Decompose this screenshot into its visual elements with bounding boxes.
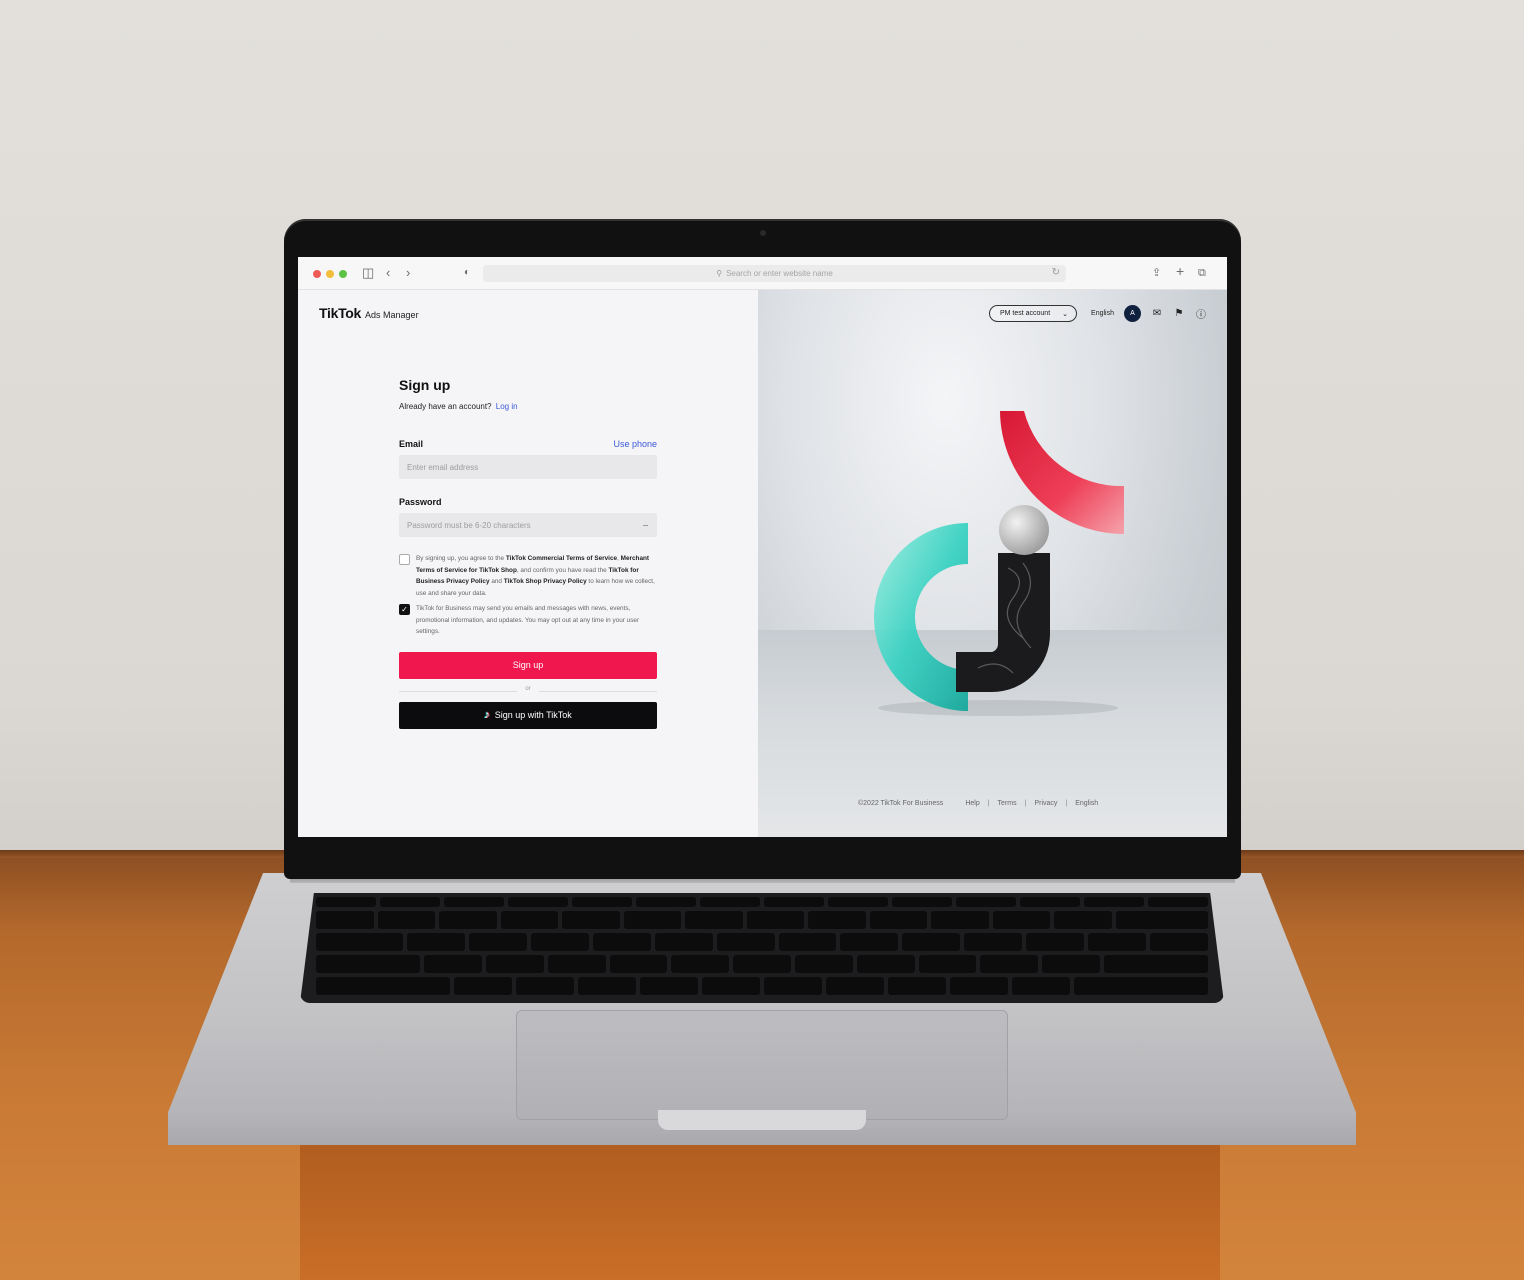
terms-text: By signing up, you agree to the TikTok C… bbox=[416, 553, 657, 599]
top-bar: PM test account ⌄ English A ✉ ⚑ ⓘ bbox=[988, 305, 1207, 322]
shield-icon[interactable]: ◐ bbox=[464, 265, 470, 281]
signup-form: Sign up Already have an account? Log in … bbox=[399, 377, 657, 729]
address-bar[interactable]: ⚲ Search or enter website name ↻ bbox=[483, 265, 1066, 282]
account-name: PM test account bbox=[999, 310, 1051, 317]
share-icon[interactable]: ⇪ bbox=[1152, 265, 1161, 281]
hero-panel: PM test account ⌄ English A ✉ ⚑ ⓘ ©2022 … bbox=[758, 290, 1227, 837]
login-prompt: Already have an account? Log in bbox=[399, 402, 657, 411]
email-placeholder: Enter email address bbox=[407, 462, 479, 472]
marketing-checkbox[interactable]: ✓ bbox=[399, 604, 410, 615]
copyright: ©2022 TikTok For Business bbox=[858, 800, 944, 807]
account-select[interactable]: PM test account ⌄ bbox=[988, 305, 1078, 322]
email-header: Email Use phone bbox=[399, 439, 657, 449]
footer-separator: | bbox=[1065, 800, 1068, 807]
signup-with-tiktok-button[interactable]: ♪ Sign up with TikTok bbox=[399, 701, 657, 729]
brand-logo[interactable]: TikTok Ads Manager bbox=[319, 305, 419, 321]
laptop-lip bbox=[658, 1110, 866, 1130]
back-icon[interactable]: ‹ bbox=[386, 265, 390, 281]
black-stem bbox=[956, 553, 1050, 692]
footer-link-privacy[interactable]: Privacy bbox=[1034, 800, 1057, 807]
terms-checkbox[interactable] bbox=[399, 554, 410, 565]
address-placeholder: Search or enter website name bbox=[726, 269, 833, 278]
chevron-down-icon: ⌄ bbox=[1062, 310, 1069, 318]
camera bbox=[760, 230, 766, 236]
product-name: Ads Manager bbox=[365, 310, 419, 320]
tiktok-icon: ♪ bbox=[484, 709, 490, 721]
footer-link-help[interactable]: Help bbox=[965, 800, 979, 807]
email-field[interactable]: Enter email address bbox=[399, 455, 657, 479]
shop-privacy-link[interactable]: TikTok Shop Privacy Policy bbox=[504, 578, 587, 585]
screen: ◫ ‹ › ◐ ⚲ Search or enter website name ↻… bbox=[298, 257, 1227, 837]
footer-separator: | bbox=[1024, 800, 1027, 807]
close-window-button[interactable] bbox=[313, 270, 321, 278]
search-icon: ⚲ bbox=[716, 269, 723, 278]
marketing-text: TikTok for Business may send you emails … bbox=[416, 605, 640, 635]
sidebar-icon[interactable]: ◫ bbox=[362, 265, 374, 281]
language-switch[interactable]: English bbox=[1091, 310, 1114, 317]
footer-separator: | bbox=[987, 800, 990, 807]
signup-button[interactable]: Sign up bbox=[399, 651, 657, 679]
laptop-lid: ◫ ‹ › ◐ ⚲ Search or enter website name ↻… bbox=[284, 219, 1241, 879]
avatar[interactable]: A bbox=[1124, 305, 1141, 322]
already-text: Already have an account? bbox=[399, 402, 492, 411]
tiktok-wordmark: TikTok bbox=[319, 305, 362, 321]
trackpad bbox=[516, 1010, 1008, 1120]
browser-toolbar: ◫ ‹ › ◐ ⚲ Search or enter website name ↻… bbox=[298, 257, 1227, 290]
terms-row: By signing up, you agree to the TikTok C… bbox=[399, 553, 657, 599]
or-divider: or bbox=[399, 686, 657, 696]
signup-panel: TikTok Ads Manager Sign up Already have … bbox=[298, 290, 758, 837]
zoom-window-button[interactable] bbox=[339, 270, 347, 278]
terms-text-4: and bbox=[489, 578, 504, 585]
table-front bbox=[300, 1140, 1220, 1280]
forward-icon[interactable]: › bbox=[406, 265, 410, 281]
checkmark-icon: ✓ bbox=[401, 604, 408, 614]
marble-ball bbox=[999, 505, 1049, 555]
password-field[interactable]: Password must be 6-20 characters ∼ bbox=[399, 513, 657, 537]
keyboard bbox=[300, 893, 1224, 1003]
footer-link-language[interactable]: English bbox=[1075, 800, 1098, 807]
terms-text-1: By signing up, you agree to the bbox=[416, 555, 506, 562]
signup-with-tiktok-label: Sign up with TikTok bbox=[494, 710, 572, 720]
new-tab-icon[interactable]: + bbox=[1176, 263, 1184, 279]
use-phone-link[interactable]: Use phone bbox=[613, 439, 657, 449]
tiktok-sculpture-image bbox=[874, 411, 1124, 716]
page-title: Sign up bbox=[399, 377, 451, 393]
footer-link-terms[interactable]: Terms bbox=[998, 800, 1017, 807]
login-link[interactable]: Log in bbox=[496, 402, 518, 411]
password-label: Password bbox=[399, 497, 442, 507]
bell-icon[interactable]: ⚑ bbox=[1173, 308, 1185, 319]
or-text: or bbox=[525, 685, 531, 692]
password-placeholder: Password must be 6-20 characters bbox=[407, 520, 531, 530]
eye-closed-icon[interactable]: ∼ bbox=[642, 521, 649, 530]
footer: ©2022 TikTok For Business Help | Terms |… bbox=[858, 800, 1098, 807]
reload-icon[interactable]: ↻ bbox=[1052, 267, 1060, 278]
commercial-terms-link[interactable]: TikTok Commercial Terms of Service bbox=[506, 555, 617, 562]
shadow bbox=[878, 700, 1118, 716]
minimize-window-button[interactable] bbox=[326, 270, 334, 278]
inbox-icon[interactable]: ✉ bbox=[1151, 308, 1163, 319]
email-label: Email bbox=[399, 439, 424, 449]
tab-overview-icon[interactable]: ⧉ bbox=[1198, 265, 1206, 281]
marketing-row: ✓ TikTok for Business may send you email… bbox=[399, 603, 657, 638]
help-icon[interactable]: ⓘ bbox=[1195, 306, 1207, 321]
teal-ring bbox=[874, 523, 968, 711]
terms-text-3: , and confirm you have read the bbox=[516, 566, 609, 574]
